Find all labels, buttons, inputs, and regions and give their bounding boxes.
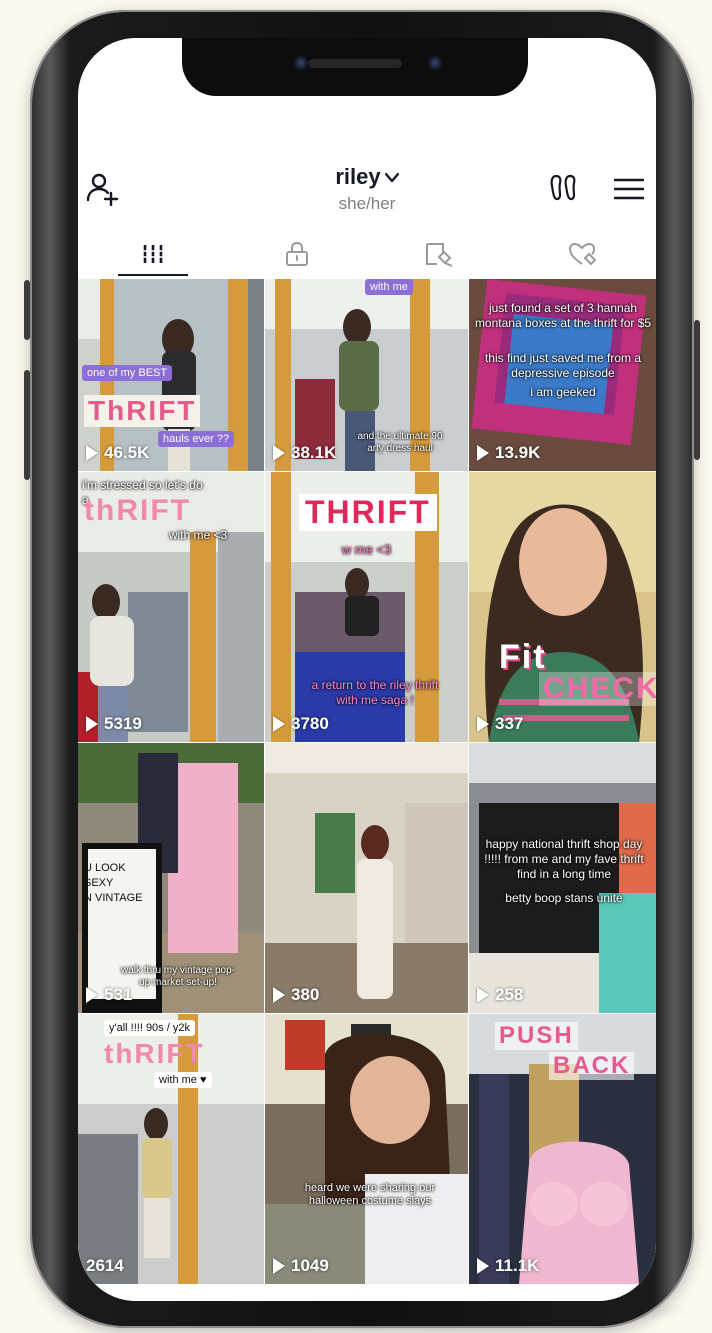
creator-tools-icon[interactable] [548,173,578,203]
view-count: 3780 [273,714,329,734]
video-caption: U LOOK SEXY N VINTAGE [84,862,143,904]
video-caption: ThRIFT [84,395,201,427]
video-tile[interactable]: one of my BEST ThRIFT hauls ever ?? 46.5… [78,279,264,471]
play-icon [273,987,285,1003]
play-icon [477,1258,489,1274]
username: riley [335,164,381,189]
video-thumbnail [265,1014,468,1284]
video-caption: one of my BEST [82,365,173,381]
mute-switch [24,280,30,340]
view-count: 337 [477,714,523,734]
view-count: 5319 [86,714,142,734]
video-caption: hauls ever ?? [158,431,235,447]
video-tile[interactable]: i'm stressed so let's do a thRIFT with m… [78,472,264,742]
video-tile[interactable]: Fit CHECK 337 [469,472,656,742]
power-button [694,320,700,460]
video-caption: PUSH [495,1022,578,1050]
view-count: 13.9K [477,443,540,463]
video-tile[interactable]: just found a set of 3 hannah montana box… [469,279,656,471]
play-icon [86,445,98,461]
video-caption: just found a set of 3 hannah montana box… [474,301,652,330]
phone-screen: riley she/her one of my BEST ThRIFT haul… [78,38,656,1301]
video-tile[interactable]: 380 [265,743,468,1013]
play-icon [273,445,285,461]
video-caption: w me <3 [341,542,392,557]
view-count: 11.1K [477,1256,539,1276]
play-icon [86,987,98,1003]
video-caption: a return to the riley thrift with me saga… [311,678,439,707]
heart-icon [569,243,597,266]
play-icon [273,716,285,732]
video-tile[interactable]: U LOOK SEXY N VINTAGE walk thru my vintage… [78,743,264,1013]
video-caption: i am geeked [530,385,596,399]
lock-icon [286,241,308,266]
camera-icon [294,56,308,70]
view-count: 46.5K [86,443,149,463]
video-tile[interactable]: with me and the ultimate 90 arty dress ha… [265,279,468,471]
play-icon [477,987,489,1003]
video-caption: CHECK [539,672,656,706]
video-caption: this find just saved me from a depressiv… [484,351,642,380]
view-count: 1049 [273,1256,329,1276]
active-tab-indicator [118,274,188,276]
video-caption: with me <3 [168,528,228,542]
play-icon [477,445,489,461]
speaker-grille [308,59,402,68]
view-count: 531 [86,985,132,1005]
video-tile[interactable]: y'all !!!! 90s / y2k thRIFT with me ♥ 26… [78,1014,264,1284]
video-caption: BACK [549,1052,635,1080]
tab-videos[interactable] [81,230,225,278]
hamburger-menu-icon[interactable] [614,178,644,200]
play-icon [273,1258,285,1274]
video-caption: with me [365,279,413,295]
video-grid: one of my BEST ThRIFT hauls ever ?? 46.5… [78,279,656,1301]
chevron-down-icon [384,173,399,183]
video-tile[interactable]: heard we were sharing our halloween cost… [265,1014,468,1284]
grid-icon [142,245,164,263]
repost-icon [426,243,453,267]
video-thumbnail [265,743,468,1013]
tab-liked[interactable] [510,230,654,278]
video-tile[interactable]: PUSH BACK 11.1K [469,1014,656,1284]
video-caption: heard we were sharing our halloween cost… [304,1182,436,1207]
tab-private[interactable] [225,230,369,278]
video-caption: thRIFT [84,494,191,527]
play-icon [86,716,98,732]
volume-button [24,370,30,480]
video-tile[interactable]: THRIFT w me <3 a return to the riley thr… [265,472,468,742]
tab-reposts[interactable] [367,230,511,278]
sensor-icon [428,56,442,70]
play-icon [477,716,489,732]
video-caption: with me ♥ [154,1072,212,1088]
video-caption: happy national thrift shop day !!!!! fro… [484,837,644,881]
video-caption: y'all !!!! 90s / y2k [104,1020,195,1036]
video-caption: THRIFT [299,494,437,531]
profile-tabs [78,230,656,278]
view-count: 2614 [86,1256,124,1275]
video-tile[interactable]: happy national thrift shop day !!!!! fro… [469,743,656,1013]
video-caption: betty boop stans unite [505,891,623,905]
view-count: 258 [477,985,523,1005]
video-caption: and the ultimate 90 arty dress haul [357,431,443,454]
video-caption: thRIFT [104,1038,205,1069]
profile-header: riley she/her [78,156,656,230]
view-count: 380 [273,985,319,1005]
notch [182,38,528,96]
view-count: 38.1K [273,443,336,463]
